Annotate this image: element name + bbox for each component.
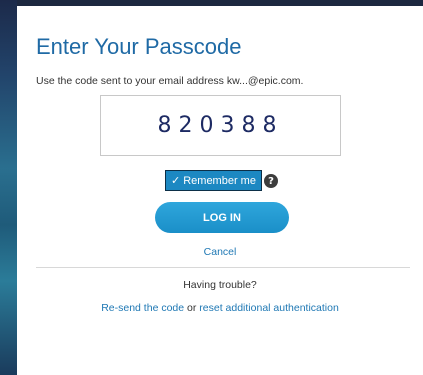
question-circle-icon[interactable]: ? (264, 174, 278, 188)
trouble-links: Re-send the code or reset additional aut… (17, 302, 423, 314)
checkmark-icon: ✓ (171, 174, 181, 187)
remember-me-label: Remember me (183, 174, 256, 187)
login-button[interactable]: LOG IN (155, 202, 289, 233)
instruction-text: Use the code sent to your email address … (36, 75, 304, 87)
cancel-link[interactable]: Cancel (17, 246, 423, 258)
passcode-page: Enter Your Passcode Use the code sent to… (0, 0, 423, 375)
passcode-input[interactable]: 820388 (100, 95, 341, 156)
passcode-card: Enter Your Passcode Use the code sent to… (17, 6, 423, 375)
or-connector-text: or (187, 302, 200, 314)
divider (36, 267, 410, 268)
background-left-strip (0, 0, 17, 375)
resend-code-link[interactable]: Re-send the code (101, 302, 184, 314)
remember-me-checkbox[interactable]: ✓ Remember me (165, 170, 262, 191)
having-trouble-heading: Having trouble? (183, 279, 257, 291)
page-title: Enter Your Passcode (36, 34, 242, 59)
reset-authentication-link[interactable]: reset additional authentication (199, 302, 339, 314)
